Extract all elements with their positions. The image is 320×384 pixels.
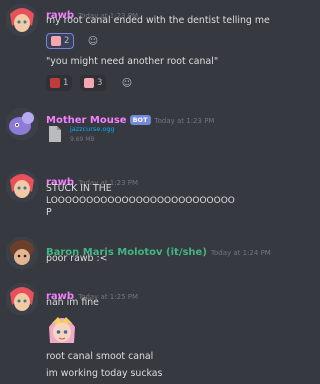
timestamp: Today at 1:24 PM bbox=[210, 249, 271, 257]
message-text: root canal smoot canal bbox=[46, 351, 154, 362]
avatar[interactable] bbox=[6, 108, 38, 140]
message-text: poor rawb :< bbox=[46, 253, 108, 264]
message-text: LOOOOOOOOOOOOOOOOOOOOOOOOOO bbox=[46, 196, 235, 206]
file-icon bbox=[49, 126, 61, 142]
message-text: im working today suckas bbox=[46, 368, 163, 379]
file-size: 9.69 MB bbox=[70, 136, 95, 143]
avatar[interactable] bbox=[6, 283, 38, 315]
message-text: STUCK IN THE bbox=[46, 183, 112, 194]
message-text: P bbox=[46, 207, 52, 218]
message-text: nah im fine bbox=[46, 297, 99, 308]
reaction-count: 2 bbox=[64, 36, 70, 46]
reaction[interactable]: 2 bbox=[46, 33, 75, 49]
reaction[interactable]: 1 bbox=[46, 75, 73, 91]
reaction-count: 3 bbox=[97, 78, 103, 88]
avatar[interactable] bbox=[6, 237, 38, 269]
avatar[interactable] bbox=[6, 170, 38, 202]
crying-emoji-icon bbox=[50, 78, 60, 88]
add-reaction-icon[interactable]: ☺ bbox=[87, 35, 99, 47]
tooth-emoji-icon bbox=[84, 78, 94, 88]
reaction-count: 1 bbox=[63, 78, 69, 88]
reaction[interactable]: 3 bbox=[80, 75, 107, 91]
add-reaction-icon[interactable]: ☺ bbox=[121, 77, 133, 89]
avatar[interactable] bbox=[6, 4, 38, 36]
file-attachment[interactable]: jazzcurse.ogg 9.69 MB bbox=[46, 124, 196, 154]
file-name[interactable]: jazzcurse.ogg bbox=[70, 125, 115, 133]
emote-image[interactable] bbox=[46, 313, 78, 345]
message-text: my root canal ended with the dentist tel… bbox=[46, 15, 270, 26]
message-text: "you might need another root canal" bbox=[46, 56, 219, 67]
tooth-emoji-icon bbox=[51, 36, 61, 46]
